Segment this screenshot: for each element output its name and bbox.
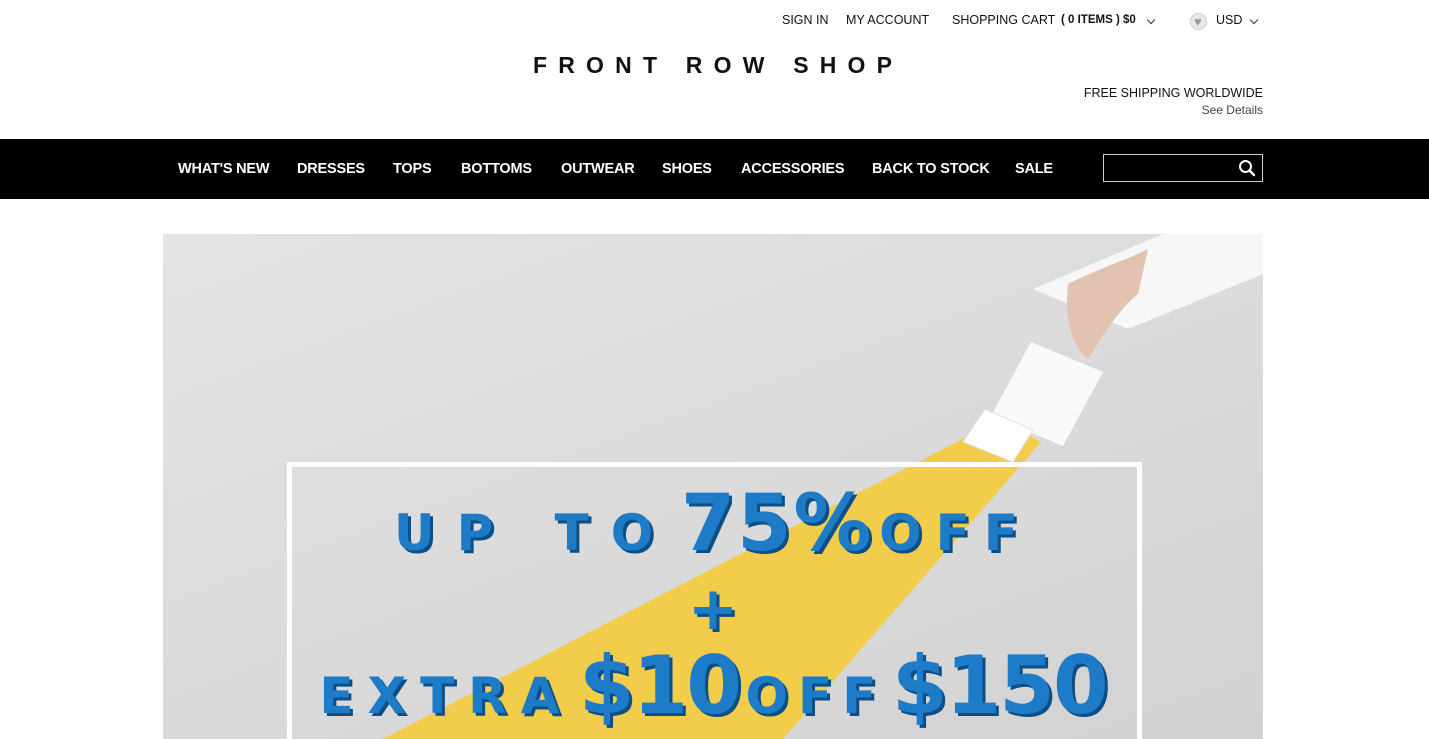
my-account-link[interactable]: MY ACCOUNT — [846, 13, 929, 27]
sleeve — [1033, 234, 1263, 329]
promo-off-2: OFF — [745, 667, 887, 725]
promo-line-1: UP TO 75% OFF — [163, 479, 1263, 569]
shipping-title: FREE SHIPPING WORLDWIDE — [1083, 86, 1263, 100]
promo-line-2: + — [163, 574, 1263, 644]
heart-icon[interactable] — [1190, 13, 1207, 30]
nav-item-outwear[interactable]: OUTWEAR — [561, 161, 635, 177]
promo-150-dollars: $150 — [891, 639, 1109, 732]
promo-up-to: UP TO — [394, 504, 676, 562]
search-box — [1103, 154, 1263, 182]
promo-plus: + — [687, 574, 739, 644]
nav-item-accessories[interactable]: ACCESSORIES — [741, 161, 845, 177]
hero-banner[interactable]: UP TO 75% OFF + EXTRA $10 OFF $150 — [163, 234, 1263, 739]
see-details-link[interactable]: See Details — [1084, 102, 1263, 119]
shopping-cart-link[interactable]: SHOPPING CART — [952, 13, 1055, 27]
nav-item-back-to-stock[interactable]: BACK TO STOCK — [872, 161, 990, 177]
currency-selector[interactable]: USD — [1216, 13, 1242, 27]
promo-off: OFF — [879, 504, 1032, 562]
site-logo[interactable]: FRONT ROW SHOP — [533, 52, 893, 79]
search-input[interactable] — [1108, 158, 1228, 178]
cart-summary[interactable]: ( 0 ITEMS ) $0 — [1061, 14, 1136, 26]
sign-in-link[interactable]: SIGN IN — [782, 13, 829, 27]
promo-10-dollars: $10 — [578, 639, 742, 732]
main-nav: WHAT'S NEW DRESSES TOPS BOTTOMS OUTWEAR … — [0, 139, 1429, 199]
nav-item-tops[interactable]: TOPS — [393, 161, 432, 177]
nav-item-whats-new[interactable]: WHAT'S NEW — [178, 161, 270, 177]
nav-item-shoes[interactable]: SHOES — [662, 161, 712, 177]
search-icon[interactable] — [1238, 159, 1256, 177]
promo-extra: EXTRA — [319, 667, 574, 725]
promo-line-3: EXTRA $10 OFF $150 — [163, 639, 1263, 732]
chevron-down-icon[interactable] — [1146, 15, 1156, 25]
promo-75-percent: 75% — [680, 479, 874, 569]
utility-bar: SIGN IN MY ACCOUNT SHOPPING CART ( 0 ITE… — [0, 13, 1429, 31]
nav-item-sale[interactable]: SALE — [1015, 161, 1053, 177]
nav-item-bottoms[interactable]: BOTTOMS — [461, 161, 532, 177]
chevron-down-icon[interactable] — [1249, 15, 1259, 25]
nav-item-dresses[interactable]: DRESSES — [297, 161, 365, 177]
shipping-notice: FREE SHIPPING WORLDWIDE See Details — [1084, 85, 1263, 119]
